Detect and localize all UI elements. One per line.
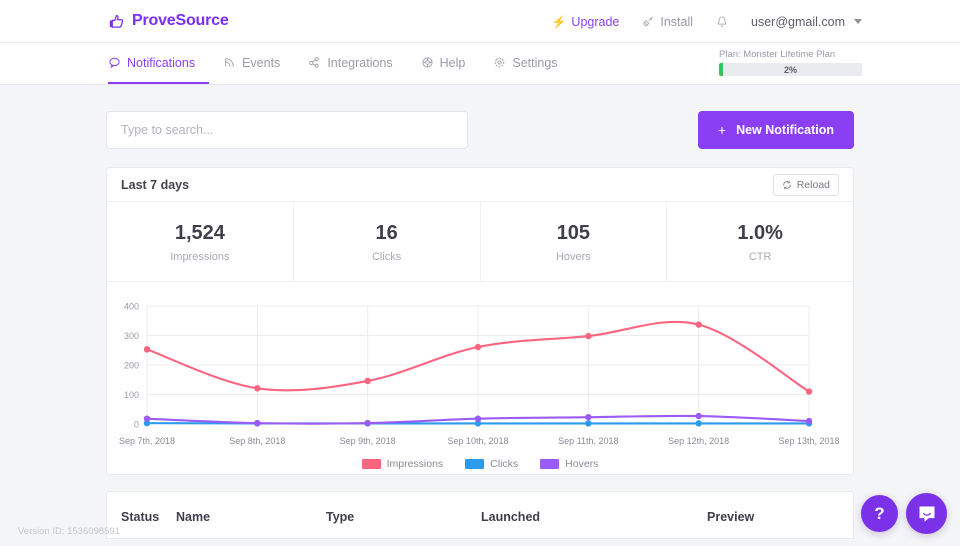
lifebuoy-icon xyxy=(421,56,434,69)
svg-text:Sep 8th, 2018: Sep 8th, 2018 xyxy=(229,436,285,446)
account-email: user@gmail.com xyxy=(751,14,845,29)
analytics-card: Last 7 days Reload 1,524 Impressions 16 … xyxy=(106,167,854,475)
legend-item-hovers[interactable]: Hovers xyxy=(540,458,598,470)
stat-clicks-value: 16 xyxy=(375,222,398,244)
stat-hovers-value: 105 xyxy=(556,222,591,244)
stat-ctr-label: CTR xyxy=(748,251,772,263)
legend-item-clicks[interactable]: Clicks xyxy=(465,458,518,470)
stat-ctr: 1.0% CTR xyxy=(667,202,853,281)
svg-text:0: 0 xyxy=(134,420,139,430)
main-nav: Notifications Events Integrations Help S… xyxy=(0,43,960,85)
stat-impressions-label: Impressions xyxy=(170,251,230,263)
chat-bubble-icon xyxy=(108,56,121,69)
tab-help-label: Help xyxy=(439,55,466,70)
question-mark-icon: ? xyxy=(874,503,885,523)
upgrade-label: Upgrade xyxy=(571,14,620,29)
brand-name: ProveSource xyxy=(132,12,229,29)
tab-events[interactable]: Events xyxy=(209,43,294,84)
search-input[interactable] xyxy=(106,111,468,149)
version-id: Version ID: 1536098591 xyxy=(18,526,120,537)
new-notification-button[interactable]: + New Notification xyxy=(697,111,854,149)
nav-item-list: Notifications Events Integrations Help S… xyxy=(108,43,572,84)
analytics-card-title: Last 7 days xyxy=(121,177,190,192)
legend-item-impressions[interactable]: Impressions xyxy=(361,458,444,470)
install-label: Install xyxy=(660,14,694,29)
tab-help[interactable]: Help xyxy=(407,43,480,84)
help-fab-button[interactable]: ? xyxy=(861,495,898,532)
reload-button[interactable]: Reload xyxy=(772,173,839,196)
gear-icon xyxy=(493,56,506,69)
new-notification-label: New Notification xyxy=(736,123,834,137)
reload-label: Reload xyxy=(796,178,830,191)
thumbs-up-icon xyxy=(108,13,125,30)
stat-impressions-value: 1,524 xyxy=(174,222,225,244)
svg-text:Sep 12th, 2018: Sep 12th, 2018 xyxy=(668,436,729,446)
account-menu[interactable]: user@gmail.com xyxy=(751,15,862,29)
tab-integrations-label: Integrations xyxy=(327,55,393,70)
svg-text:Sep 11th, 2018: Sep 11th, 2018 xyxy=(558,436,618,446)
tab-settings[interactable]: Settings xyxy=(479,43,571,84)
top-bar-right: ⚡ Upgrade Install user@gmail.com xyxy=(551,0,862,43)
page-content: + New Notification Last 7 days xyxy=(0,85,960,539)
svg-text:400: 400 xyxy=(124,302,139,312)
actions-row: + New Notification xyxy=(106,85,854,149)
plan-label: Plan: Monster Lifetime Plan xyxy=(719,49,836,60)
bell-icon xyxy=(715,15,729,29)
chevron-down-icon xyxy=(854,19,862,24)
column-header-launched: Launched xyxy=(481,510,541,524)
bolt-icon: ⚡ xyxy=(551,14,567,29)
analytics-chart: 0 100 200 300 400 Sep 7th, 2018 Sep 8th, 2018 S… xyxy=(107,282,853,474)
svg-text:100: 100 xyxy=(124,390,139,400)
legend-swatch-icon xyxy=(361,459,381,469)
legend-label: Hovers xyxy=(565,458,599,470)
legend-label: Impressions xyxy=(386,458,444,470)
chart-legend: Impressions Clicks Hovers xyxy=(107,458,853,470)
table-header-row: Status Name Type Launched Preview xyxy=(107,492,853,538)
stat-clicks: 16 Clicks xyxy=(294,202,481,281)
stat-clicks-label: Clicks xyxy=(371,251,402,263)
tab-settings-label: Settings xyxy=(512,55,558,70)
legend-label: Clicks xyxy=(490,458,519,470)
column-header-name: Name xyxy=(176,510,211,524)
svg-text:200: 200 xyxy=(124,361,139,371)
svg-text:Sep 7th, 2018: Sep 7th, 2018 xyxy=(119,436,175,446)
brand-logo[interactable]: ProveSource xyxy=(108,12,229,30)
legend-swatch-icon xyxy=(465,459,485,469)
tab-events-label: Events xyxy=(242,55,281,70)
tab-notifications[interactable]: Notifications xyxy=(108,43,210,84)
notifications-bell-button[interactable] xyxy=(715,15,729,29)
plan-percent-label: 2% xyxy=(783,64,797,75)
plug-icon xyxy=(641,15,655,28)
svg-text:Sep 10th, 2018: Sep 10th, 2018 xyxy=(447,436,508,446)
refresh-icon xyxy=(782,180,792,190)
svg-text:Sep 9th, 2018: Sep 9th, 2018 xyxy=(340,436,396,446)
notifications-table: Status Name Type Launched Preview xyxy=(106,491,854,539)
column-header-preview: Preview xyxy=(707,510,755,524)
top-bar: ProveSource ⚡ Upgrade Install user@gmail… xyxy=(0,0,960,43)
column-header-type: Type xyxy=(326,510,355,524)
line-chart-svg: 0 100 200 300 400 Sep 7th, 2018 Sep 8th, 2018 S… xyxy=(119,302,840,447)
stat-hovers: 105 Hovers xyxy=(481,202,668,281)
stat-ctr-value: 1.0% xyxy=(737,222,783,244)
tab-notifications-label: Notifications xyxy=(127,55,196,70)
stat-hovers-label: Hovers xyxy=(555,251,591,263)
app-root: ProveSource ⚡ Upgrade Install user@gmail… xyxy=(0,0,960,546)
stat-impressions: 1,524 Impressions xyxy=(107,202,294,281)
upgrade-link[interactable]: ⚡ Upgrade xyxy=(551,15,619,29)
chat-fab-button[interactable] xyxy=(906,493,947,534)
stats-row: 1,524 Impressions 16 Clicks 105 Hovers 1… xyxy=(107,202,853,282)
column-header-status: Status xyxy=(121,510,160,524)
plan-usage: Plan: Monster Lifetime Plan 2% xyxy=(719,49,862,76)
rss-icon xyxy=(223,56,236,69)
legend-swatch-icon xyxy=(540,459,560,469)
share-nodes-icon xyxy=(308,56,321,69)
tab-integrations[interactable]: Integrations xyxy=(294,43,406,84)
install-link[interactable]: Install xyxy=(641,15,693,29)
plan-progress-bar: 2% xyxy=(719,63,862,76)
svg-text:Sep 13th, 2018: Sep 13th, 2018 xyxy=(778,436,839,446)
svg-text:300: 300 xyxy=(124,331,139,341)
analytics-card-header: Last 7 days Reload xyxy=(107,168,853,202)
plus-icon: + xyxy=(717,122,727,138)
intercom-chat-icon xyxy=(917,504,937,524)
